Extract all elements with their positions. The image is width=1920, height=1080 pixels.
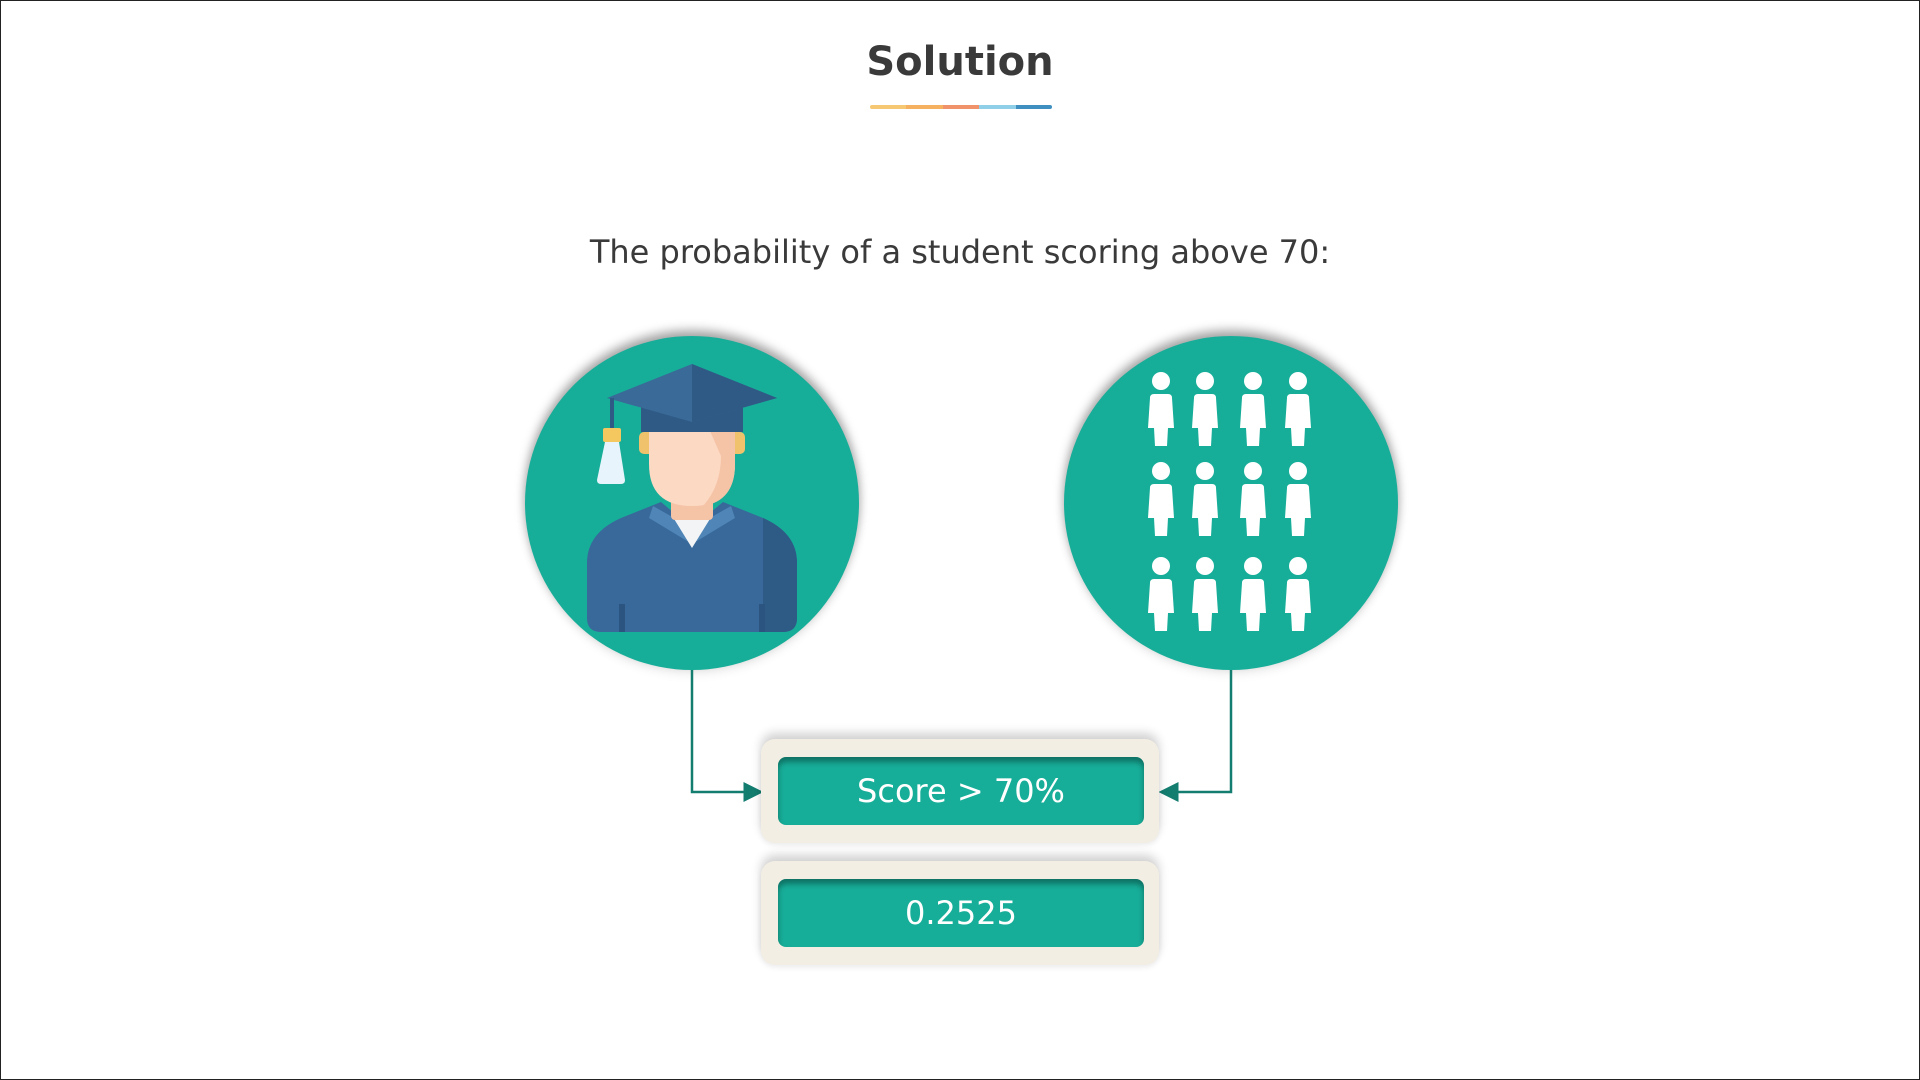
slide: Solution The probability of a student sc… — [0, 0, 1920, 1080]
right-connector-arrow — [1158, 670, 1233, 802]
condition-box: Score > 70% — [761, 739, 1159, 843]
left-connector-arrow — [690, 670, 764, 802]
condition-label: Score > 70% — [778, 757, 1144, 825]
result-box: 0.2525 — [761, 861, 1159, 965]
result-value: 0.2525 — [778, 879, 1144, 947]
